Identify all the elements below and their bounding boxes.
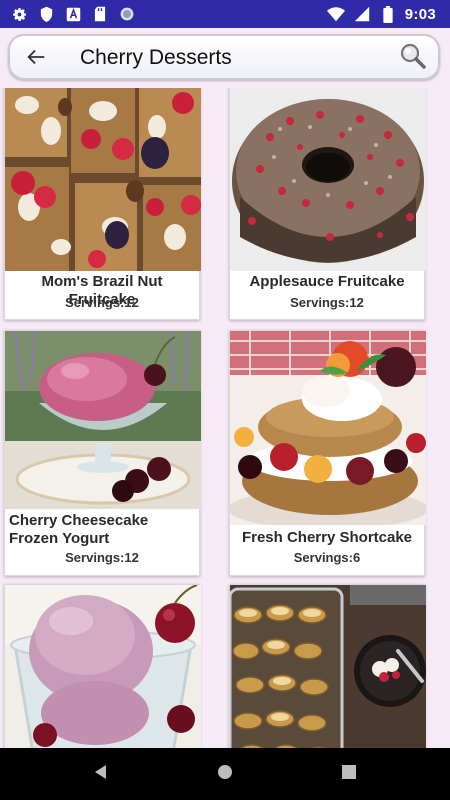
circle-icon	[118, 5, 136, 23]
recents-square-icon	[342, 764, 356, 784]
back-triangle-icon	[93, 764, 109, 785]
back-button[interactable]	[22, 45, 50, 73]
recipe-name: Fresh Cherry Shortcake	[241, 529, 413, 546]
recipe-card[interactable]	[4, 584, 201, 748]
recipe-image-fruitcake	[5, 88, 201, 271]
gear-icon	[10, 5, 28, 23]
status-bar: 9:03	[0, 0, 450, 28]
recipe-card[interactable]: Fresh Cherry Shortcake Servings:6	[229, 330, 426, 576]
app-bar: Cherry Desserts	[0, 28, 450, 88]
nav-recents-button[interactable]	[339, 764, 359, 784]
recipe-servings: Servings:12	[65, 295, 139, 310]
page-title: Cherry Desserts	[80, 46, 232, 69]
recipe-card[interactable]: Applesauce Fruitcake Servings:12	[229, 88, 426, 320]
home-circle-icon	[217, 764, 233, 785]
recipe-image-mini-cheesecakes	[230, 585, 426, 748]
arrow-left-icon	[25, 46, 47, 73]
recipe-card[interactable]: Mom's Brazil Nut Fruitcake Servings:12	[4, 88, 201, 320]
recipe-card[interactable]: Cherry Cheesecake Frozen Yogurt Servings…	[4, 330, 201, 576]
magnifier-icon	[399, 42, 427, 75]
sd-card-icon	[91, 5, 109, 23]
recipe-servings: Servings:6	[293, 550, 361, 565]
recipe-name: Cherry Cheesecake Frozen Yogurt	[9, 512, 149, 547]
clock: 9:03	[404, 5, 436, 23]
system-nav-bar	[0, 748, 450, 800]
recipe-card[interactable]	[229, 584, 426, 748]
recipe-image-frozen-yogurt	[5, 331, 201, 509]
nav-back-button[interactable]	[91, 764, 111, 784]
recipe-grid: Mom's Brazil Nut Fruitcake Servings:12 A…	[0, 88, 450, 748]
nav-home-button[interactable]	[215, 764, 235, 784]
wifi-icon	[326, 5, 345, 23]
recipe-servings: Servings:12	[290, 295, 364, 310]
battery-icon	[379, 5, 397, 23]
shield-icon	[37, 5, 55, 23]
title-search-bar: Cherry Desserts	[8, 34, 440, 80]
recipe-image-ice-cream	[5, 585, 201, 748]
recipe-image-bundt-cake	[230, 88, 426, 271]
font-a-icon	[64, 5, 82, 23]
search-button[interactable]	[398, 43, 428, 73]
recipe-servings: Servings:12	[65, 550, 139, 565]
recipe-image-shortcake	[230, 331, 426, 525]
recipe-name: Applesauce Fruitcake	[249, 273, 405, 290]
signal-icon	[353, 5, 371, 23]
